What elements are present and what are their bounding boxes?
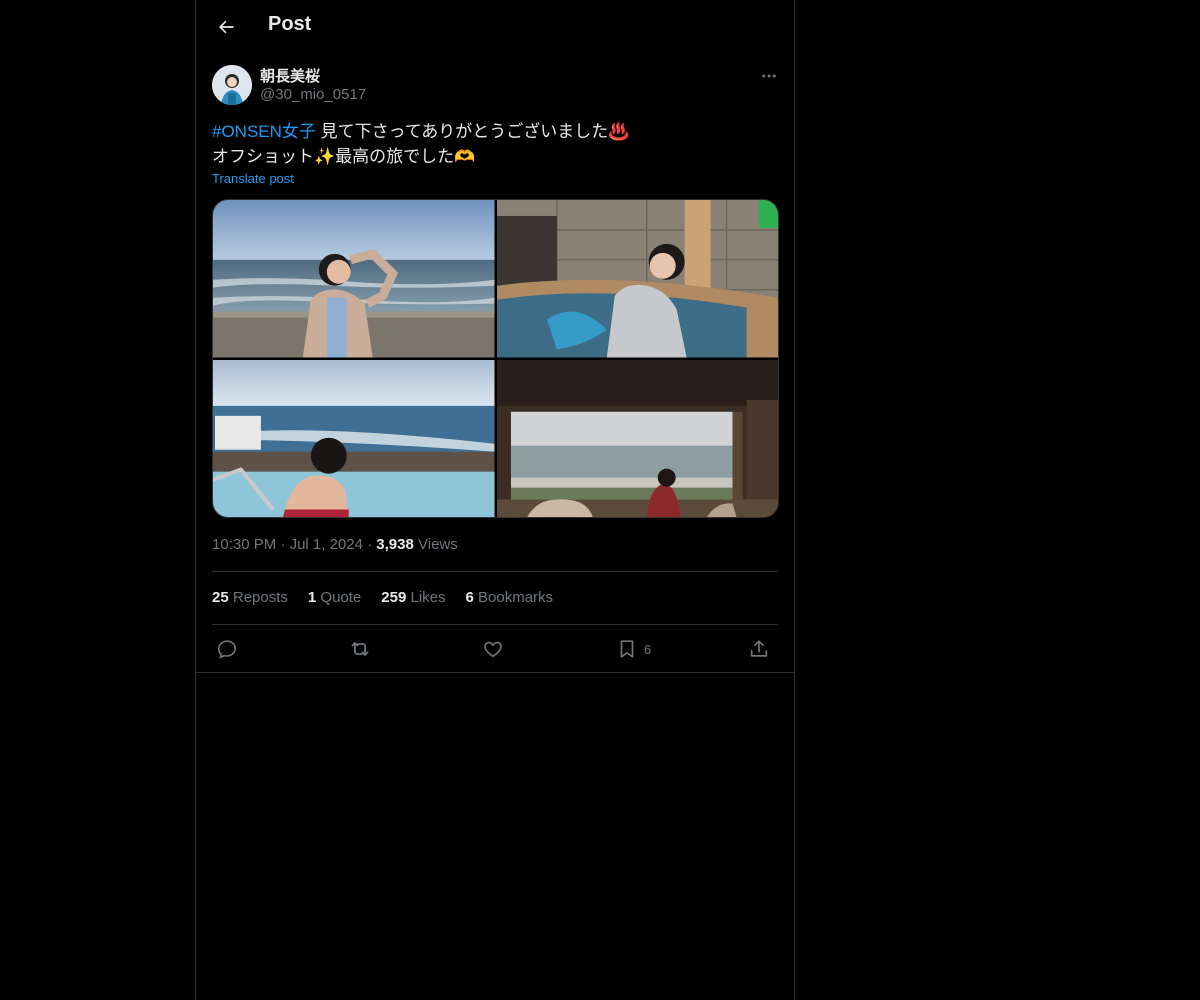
photo-infinity-pool[interactable] [213, 359, 495, 517]
repost-icon [351, 642, 369, 656]
bookmark-count: 6 [644, 641, 652, 657]
page-title: Post [268, 13, 312, 35]
share-icon [750, 640, 768, 657]
back-button[interactable] [208, 9, 244, 45]
translate-post-link[interactable]: Translate post [212, 171, 294, 186]
meta-separator: · [276, 536, 290, 553]
bookmark-icon [620, 640, 634, 658]
arrow-left-icon [219, 20, 234, 34]
divider [196, 672, 794, 673]
photo-beach-seawall[interactable] [213, 200, 495, 358]
post-line-2: オフショット✨最高の旅でした🫶 [212, 147, 476, 166]
quotes-label: Quote [320, 589, 362, 606]
likes-stat[interactable]: 259 Likes [381, 589, 445, 606]
heart-icon [484, 641, 502, 658]
photo-onsen-bath[interactable] [496, 200, 778, 358]
post-date[interactable]: Jul 1, 2024 [290, 536, 363, 553]
photo-window-ocean-view[interactable] [496, 359, 778, 517]
avatar[interactable] [212, 65, 252, 105]
share-button[interactable] [748, 636, 770, 662]
likes-count: 259 [381, 589, 407, 606]
like-button[interactable] [482, 636, 504, 662]
meta-separator: · [362, 536, 377, 553]
media-grid [212, 199, 779, 518]
reposts-stat[interactable]: 25 Reposts [212, 589, 288, 606]
reposts-count: 25 [212, 589, 229, 606]
quotes-stat[interactable]: 1 Quote [308, 589, 361, 606]
hashtag-link[interactable]: #ONSEN女子 [212, 122, 316, 141]
reply-button[interactable] [216, 636, 238, 662]
more-icon [762, 74, 776, 78]
action-bar: 6 [212, 636, 778, 662]
bookmark-button[interactable]: 6 [616, 636, 651, 662]
post-header: Post [196, 0, 794, 54]
author-handle[interactable]: @30_mio_0517 [260, 86, 366, 103]
quotes-count: 1 [307, 589, 317, 606]
repost-button[interactable] [348, 636, 372, 662]
post-time[interactable]: 10:30 PM [212, 536, 276, 553]
main-column: Post 朝長美桜 @30_mio_0517 #ONSEN女子 見て下さってあり… [195, 0, 795, 1000]
engagement-stats: 25 Reposts 1 Quote 259 Likes 6 Bookmarks [212, 589, 553, 606]
likes-label: Likes [410, 589, 446, 606]
post-line-1: #ONSEN女子 見て下さってありがとうございました♨️ [212, 119, 778, 144]
bookmarks-label: Bookmarks [478, 589, 554, 606]
divider [212, 624, 778, 625]
bookmarks-count: 6 [465, 589, 474, 606]
views-count: 3,938 [376, 536, 414, 553]
divider [212, 571, 778, 572]
post-line-1-text: 見て下さってありがとうございました♨️ [315, 122, 630, 141]
more-options-button[interactable] [756, 63, 782, 89]
author-display-name[interactable]: 朝長美桜 [260, 65, 320, 86]
post-text: #ONSEN女子 見て下さってありがとうございました♨️ オフショット✨最高の旅… [212, 119, 778, 169]
post-meta: 10:30 PM · Jul 1, 2024 · 3,938 Views [212, 536, 458, 553]
views-label: Views [418, 536, 458, 553]
bookmarks-stat[interactable]: 6 Bookmarks [466, 589, 554, 606]
reply-icon [217, 640, 237, 659]
reposts-label: Reposts [232, 589, 288, 606]
